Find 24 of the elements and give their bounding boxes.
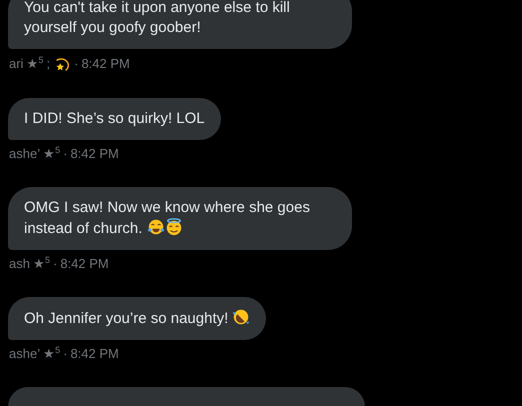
separator-dot: · <box>63 346 68 362</box>
rank-label: ★$^{5}$ <box>26 56 44 72</box>
tears-of-joy-face-icon <box>146 218 165 236</box>
smiling-face-with-halo-icon <box>164 218 183 236</box>
sender-name: ari <box>9 56 24 72</box>
message-time: 8:42 PM <box>81 56 130 72</box>
sender-name: ashe’ <box>9 146 40 162</box>
sender-name: ashe’ <box>9 346 40 362</box>
rolling-laughing-face-icon <box>232 308 250 326</box>
separator-dot: · <box>63 146 68 162</box>
rank-label: ★$^{5}$ <box>32 256 50 272</box>
message-bubble: You can't take it upon anyone else to kill yourself you goofy goober! <box>8 0 352 49</box>
sender-name: ash <box>9 256 30 272</box>
message-time: 8:42 PM <box>70 146 119 162</box>
message-bubble: OMG I saw! Now we know where she goes instead of church. <box>8 187 352 250</box>
message-time: 8:42 PM <box>60 256 109 272</box>
message-bubble: Oh Jennifer you’re so naughty! <box>8 297 266 340</box>
separator: ; <box>46 56 50 72</box>
message-bubble: I DID! She’s so quirky! LOL <box>8 98 221 140</box>
rank-label: ★$^{5}$ <box>43 346 60 362</box>
separator-dot: · <box>74 56 78 72</box>
message-time: 8:42 PM <box>70 346 119 362</box>
separator-dot: · <box>52 256 58 272</box>
rank-label: ★$^{5}$ <box>43 146 60 162</box>
